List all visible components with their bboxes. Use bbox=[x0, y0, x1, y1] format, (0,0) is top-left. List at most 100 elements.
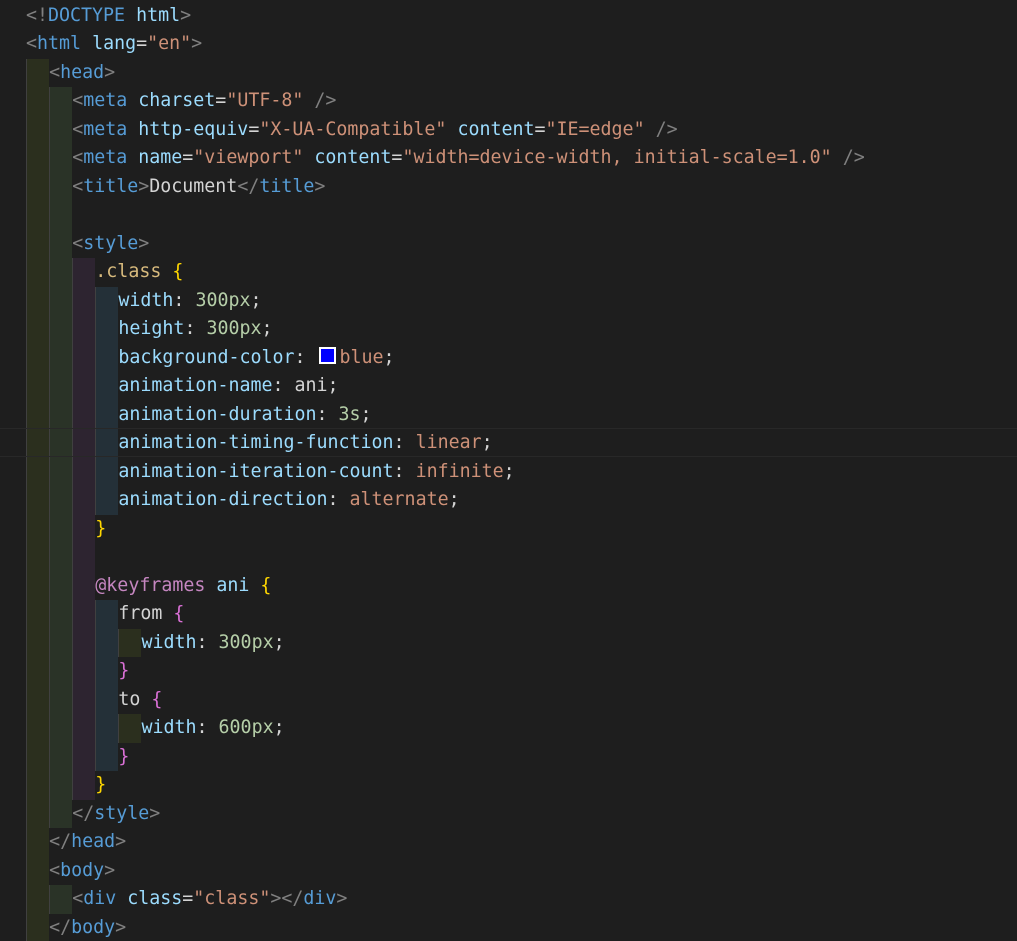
code-line[interactable]: <!DOCTYPE html> bbox=[26, 2, 191, 31]
code-token: html bbox=[37, 33, 82, 54]
code-line[interactable]: <meta charset="UTF-8" /> bbox=[72, 87, 336, 116]
code-token: < bbox=[26, 33, 38, 54]
code-token: ; bbox=[273, 631, 285, 653]
color-swatch[interactable] bbox=[318, 346, 336, 364]
code-token: : ani; bbox=[272, 375, 339, 396]
code-token: < bbox=[72, 147, 84, 168]
code-token: 600px bbox=[218, 717, 274, 738]
code-token: : bbox=[196, 631, 219, 653]
code-line[interactable]: } bbox=[95, 771, 106, 800]
code-token: width bbox=[118, 289, 174, 311]
code-token: < bbox=[72, 90, 84, 111]
indent-guide bbox=[49, 885, 73, 914]
code-line[interactable]: <title>Document</title> bbox=[72, 173, 325, 202]
code-line[interactable]: } bbox=[95, 515, 106, 544]
code-line[interactable]: <meta name="viewport" content="width=dev… bbox=[72, 144, 865, 173]
indent-guide bbox=[118, 628, 142, 657]
code-token: ; bbox=[383, 346, 395, 368]
code-token: > bbox=[180, 4, 192, 26]
code-line[interactable]: animation-iteration-count: infinite; bbox=[118, 458, 514, 487]
code-line[interactable]: animation-duration: 3s; bbox=[118, 401, 371, 430]
code-line[interactable]: } bbox=[118, 743, 129, 772]
code-token: = bbox=[136, 33, 148, 54]
code-token: title bbox=[259, 175, 315, 197]
code-token: < bbox=[72, 888, 84, 909]
code-line[interactable]: <meta http-equiv="X-UA-Compatible" conte… bbox=[72, 116, 677, 145]
code-token: < bbox=[49, 61, 61, 83]
code-line[interactable]: width: 300px; bbox=[118, 287, 261, 316]
code-token: .class bbox=[95, 261, 162, 282]
code-token: width bbox=[141, 717, 197, 738]
code-line[interactable]: } bbox=[118, 657, 129, 686]
indent-guide bbox=[49, 87, 73, 828]
code-line[interactable]: from { bbox=[118, 600, 184, 629]
code-line[interactable]: @keyframes ani { bbox=[95, 572, 271, 601]
code-token: } bbox=[95, 517, 107, 539]
code-token: < bbox=[72, 118, 84, 140]
code-line[interactable]: animation-name: ani; bbox=[118, 372, 338, 401]
code-line[interactable]: <head> bbox=[49, 59, 115, 88]
code-line[interactable]: <html lang="en"> bbox=[26, 30, 202, 59]
code-token: background-color bbox=[118, 346, 295, 368]
code-token: style bbox=[83, 232, 139, 254]
code-token: div bbox=[303, 888, 337, 909]
code-line[interactable]: <style> bbox=[72, 230, 149, 259]
code-token: : bbox=[294, 346, 317, 368]
code-line[interactable]: width: 300px; bbox=[142, 629, 285, 658]
code-line[interactable]: background-color: blue; bbox=[118, 344, 395, 373]
code-token: body bbox=[60, 859, 105, 881]
indent-guide bbox=[118, 714, 142, 743]
code-token: meta bbox=[83, 118, 128, 140]
code-token: </ bbox=[49, 916, 72, 938]
code-token: title bbox=[83, 175, 139, 197]
code-line[interactable]: animation-timing-function: linear; bbox=[118, 429, 492, 458]
code-token: : bbox=[393, 432, 416, 453]
code-token: = bbox=[248, 118, 260, 140]
code-token: ; bbox=[448, 489, 460, 510]
code-token: animation-duration bbox=[118, 403, 317, 425]
code-token: { bbox=[172, 261, 184, 282]
code-line[interactable]: </body> bbox=[49, 914, 126, 941]
code-token: animation-name bbox=[118, 375, 273, 396]
code-token: from bbox=[118, 603, 174, 624]
code-line[interactable]: <div class="class"></div> bbox=[72, 885, 347, 914]
code-token: ></ bbox=[270, 888, 304, 909]
code-token: 3s bbox=[338, 403, 361, 425]
code-token: "UTF-8" bbox=[226, 90, 304, 111]
code-line[interactable]: <body> bbox=[49, 857, 115, 886]
code-token: > bbox=[104, 61, 116, 83]
code-line[interactable]: </style> bbox=[72, 800, 160, 829]
code-line[interactable]: to { bbox=[118, 686, 162, 715]
code-token: 300px bbox=[218, 631, 274, 653]
code-token: animation-iteration-count bbox=[118, 460, 394, 482]
code-line[interactable]: width: 600px; bbox=[142, 714, 285, 743]
code-token: : bbox=[173, 289, 196, 311]
code-token: http-equiv bbox=[138, 118, 249, 140]
code-line[interactable]: animation-direction: alternate; bbox=[118, 486, 459, 515]
code-line[interactable]: .class { bbox=[95, 258, 183, 287]
code-token: </ bbox=[72, 802, 95, 824]
code-token: lang bbox=[92, 33, 137, 54]
code-token: > bbox=[314, 175, 326, 197]
code-token: ; bbox=[481, 432, 493, 453]
code-token: = bbox=[534, 118, 546, 140]
code-token: > bbox=[104, 859, 116, 881]
code-token: = bbox=[391, 147, 403, 168]
code-token: ; bbox=[261, 318, 273, 339]
code-line[interactable]: height: 300px; bbox=[118, 315, 272, 344]
code-token: alternate bbox=[349, 489, 449, 510]
code-token: "viewport" bbox=[193, 147, 304, 168]
code-token: width bbox=[141, 631, 197, 653]
code-line[interactable]: </head> bbox=[49, 828, 126, 857]
code-token: > bbox=[138, 232, 150, 254]
code-token: : bbox=[327, 489, 350, 510]
code-token: <! bbox=[26, 4, 49, 26]
code-token: : bbox=[316, 403, 339, 425]
code-editor[interactable]: <!DOCTYPE html> <html lang="en"> <head> <me… bbox=[0, 0, 1017, 941]
code-token: /> bbox=[314, 90, 337, 111]
